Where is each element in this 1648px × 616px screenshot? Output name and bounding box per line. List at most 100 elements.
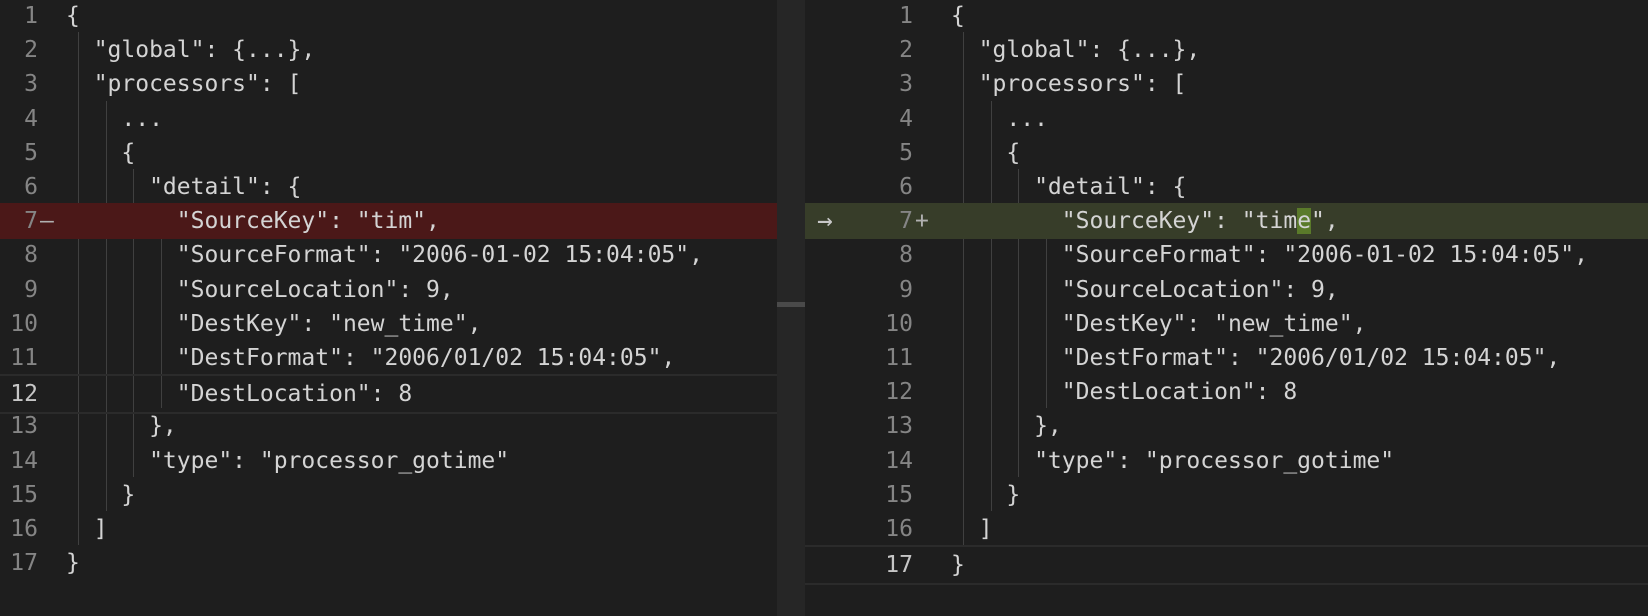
code-line[interactable]: 14 "type": "processor_gotime" — [0, 443, 777, 479]
code-segment: { — [951, 3, 965, 29]
code-line[interactable]: 2 "global": {...}, — [0, 32, 777, 68]
code-text: "SourceKey": "tim", — [66, 203, 440, 239]
code-line[interactable]: 10 "DestKey": "new_time", — [805, 306, 1648, 342]
code-line[interactable]: 16 ] — [805, 511, 1648, 547]
line-gutter: 3 — [805, 66, 913, 102]
code-line[interactable]: 3 "processors": [ — [0, 66, 777, 102]
line-number: 9 — [899, 276, 913, 303]
code-segment: { — [66, 139, 136, 166]
line-gutter: 16 — [805, 511, 913, 547]
code-line[interactable]: 5 { — [805, 135, 1648, 171]
line-number: 12 — [10, 381, 38, 408]
code-line[interactable]: 7— "SourceKey": "tim", — [0, 203, 777, 240]
original-pane[interactable]: 1{2 "global": {...}, 3 "processors": [4 .… — [0, 0, 777, 616]
code-line[interactable]: 4 ... — [0, 101, 777, 137]
code-segment: "SourceKey": "tim — [951, 208, 1298, 235]
line-gutter: 8 — [805, 237, 913, 273]
code-text: } — [951, 547, 965, 583]
modified-pane[interactable]: 1{2 "global": {...}, 3 "processors": [4 .… — [805, 0, 1648, 616]
code-line[interactable]: → 7 + "SourceKey": "tim e ", — [805, 203, 1648, 240]
line-number: 12 — [885, 379, 913, 406]
code-segment: } — [66, 481, 136, 508]
code-segment: } — [951, 552, 965, 579]
line-gutter: 6 — [805, 169, 913, 205]
line-number: 10 — [10, 310, 38, 337]
diff-editor: 1{2 "global": {...}, 3 "processors": [4 .… — [0, 0, 1648, 616]
code-line[interactable]: 13 }, — [0, 408, 777, 444]
code-line[interactable]: 1{ — [0, 0, 777, 34]
line-number: 16 — [10, 516, 38, 542]
code-line[interactable]: 11 "DestFormat": "2006/01/02 15:04:05", — [0, 340, 777, 376]
code-segment: "DestLocation": 8 — [66, 381, 413, 408]
code-line[interactable]: 15 } — [805, 477, 1648, 513]
code-segment: "processors": [ — [951, 71, 1187, 98]
code-text: "SourceFormat": "2006-01-02 15:04:05", — [951, 237, 1588, 273]
inserted-char-highlight: e — [1297, 208, 1312, 235]
code-segment: { — [951, 139, 1021, 166]
code-segment: { — [66, 3, 80, 29]
code-line[interactable]: 6 "detail": { — [0, 169, 777, 205]
code-text: "processors": [ — [951, 66, 1187, 102]
line-number: 11 — [10, 345, 38, 371]
code-text: ] — [66, 511, 108, 547]
code-text: "DestKey": "new_time", — [66, 306, 482, 342]
line-gutter: 9 — [0, 272, 38, 308]
line-number: 14 — [885, 447, 913, 474]
code-text: "DestFormat": "2006/01/02 15:04:05", — [951, 340, 1561, 376]
code-line[interactable]: 5 { — [0, 135, 777, 171]
code-line[interactable]: 14 "type": "processor_gotime" — [805, 443, 1648, 479]
code-line[interactable]: 17} — [805, 545, 1648, 586]
code-line[interactable]: 9 "SourceLocation": 9, — [0, 272, 777, 308]
line-gutter: 2 — [805, 32, 913, 68]
code-segment: }, — [66, 413, 177, 440]
code-text: }, — [951, 408, 1062, 444]
code-segment: ... — [951, 105, 1048, 132]
code-text: { — [951, 135, 1020, 171]
line-number: 17 — [885, 552, 913, 579]
code-line[interactable]: 8 "SourceFormat": "2006-01-02 15:04:05", — [0, 237, 777, 273]
code-line[interactable]: 3 "processors": [ — [805, 66, 1648, 102]
line-gutter: 13 — [805, 408, 913, 444]
code-line[interactable]: 8 "SourceFormat": "2006-01-02 15:04:05", — [805, 237, 1648, 273]
code-text: "DestLocation": 8 — [951, 374, 1297, 410]
code-line[interactable]: 15 } — [0, 477, 777, 513]
code-segment: "SourceLocation": 9, — [951, 276, 1339, 303]
revert-arrow-icon[interactable]: → — [817, 206, 833, 236]
code-segment: "global": {...}, — [66, 37, 316, 64]
code-text: } — [951, 477, 1020, 513]
code-line[interactable]: 9 "SourceLocation": 9, — [805, 272, 1648, 308]
line-number: 10 — [885, 310, 913, 337]
code-text: "SourceFormat": "2006-01-02 15:04:05", — [66, 237, 703, 273]
line-number: 3 — [899, 71, 913, 98]
code-segment: "DestKey": "new_time", — [951, 310, 1367, 337]
code-line[interactable]: 10 "DestKey": "new_time", — [0, 306, 777, 342]
code-text: "SourceLocation": 9, — [951, 272, 1339, 308]
code-line[interactable]: 11 "DestFormat": "2006/01/02 15:04:05", — [805, 340, 1648, 376]
line-gutter: 17 — [0, 545, 38, 581]
code-line[interactable]: 2 "global": {...}, — [805, 32, 1648, 68]
line-number: 13 — [885, 413, 913, 440]
line-gutter: 4 — [0, 101, 38, 137]
code-line[interactable]: 1{ — [805, 0, 1648, 34]
line-gutter: 5 — [805, 135, 913, 171]
code-segment: "SourceFormat": "2006-01-02 15:04:05", — [66, 242, 703, 269]
line-gutter: 10 — [0, 306, 38, 342]
pane-divider[interactable] — [777, 0, 805, 616]
code-segment: ] — [951, 516, 993, 542]
code-line[interactable]: 16 ] — [0, 511, 777, 547]
divider-scroll-thumb[interactable] — [777, 302, 805, 307]
code-line[interactable]: 4 ... — [805, 101, 1648, 137]
code-text: "processors": [ — [66, 66, 302, 102]
line-number: 13 — [10, 413, 38, 440]
code-text: "type": "processor_gotime" — [66, 443, 509, 479]
code-line[interactable]: 17} — [0, 545, 777, 581]
code-text: "global": {...}, — [951, 32, 1201, 68]
code-text: { — [66, 0, 80, 34]
code-line[interactable]: 6 "detail": { — [805, 169, 1648, 205]
code-line[interactable]: 13 }, — [805, 408, 1648, 444]
line-gutter: 13 — [0, 408, 38, 444]
code-segment: "processors": [ — [66, 71, 302, 98]
code-text: "detail": { — [66, 169, 301, 205]
code-line[interactable]: 12 "DestLocation": 8 — [805, 374, 1648, 410]
line-gutter: 6 — [0, 169, 38, 205]
